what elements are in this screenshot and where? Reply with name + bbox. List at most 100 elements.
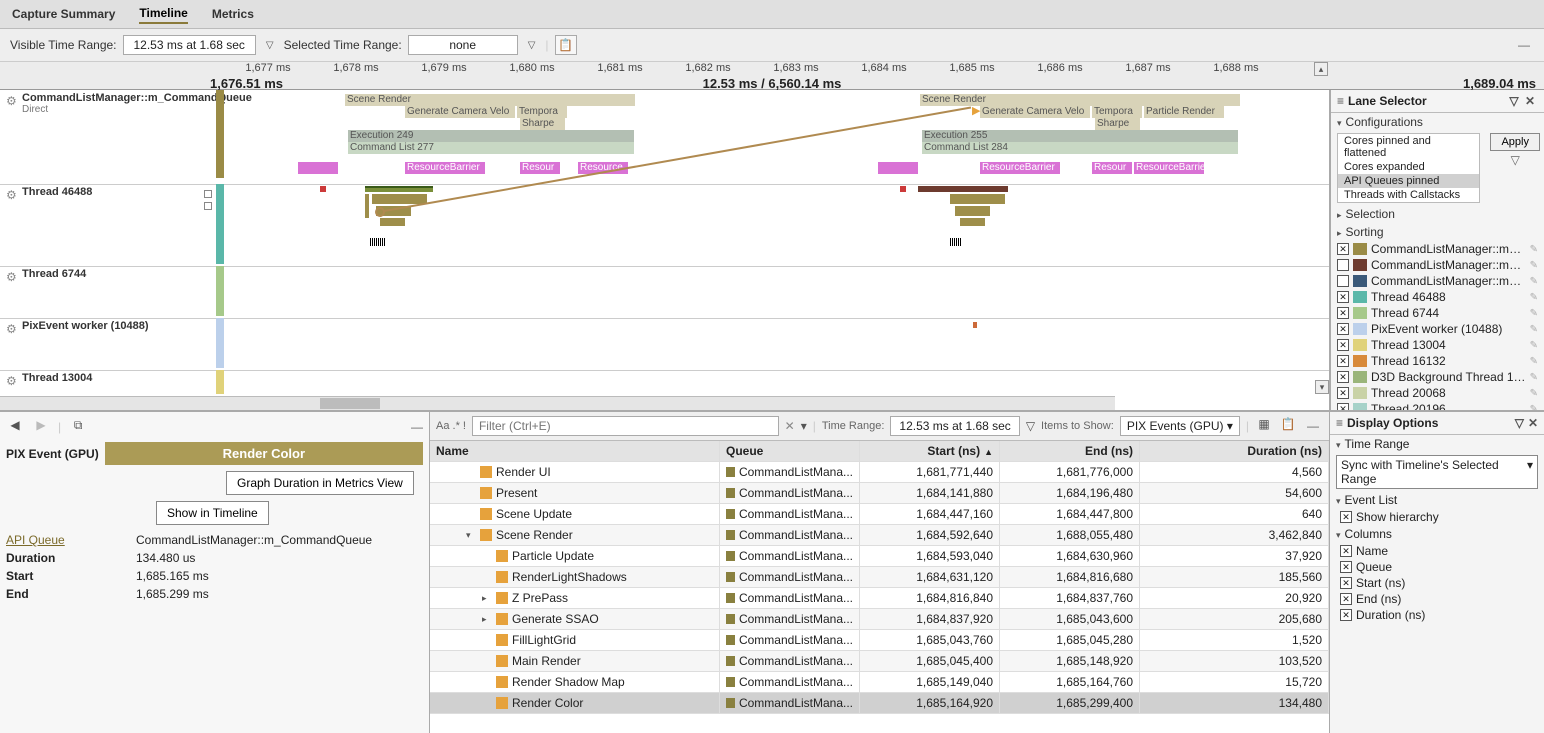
lane-row[interactable]: ✕PixEvent worker (10488)✎ xyxy=(1331,321,1544,337)
tl-block-gen-camera2[interactable]: Generate Camera Velo xyxy=(980,106,1090,118)
tl-block-gen-camera[interactable]: Generate Camera Velo xyxy=(405,106,515,118)
tl-block-gpu[interactable] xyxy=(372,194,427,204)
tl-block-barrier2[interactable]: Resour xyxy=(520,162,560,174)
tl-block-barrier6[interactable]: ResourceBarrier xyxy=(1134,162,1204,174)
tl-block-cmdlist2[interactable]: Command List 284 xyxy=(922,142,1238,154)
visible-range-value[interactable]: 12.53 ms at 1.68 sec xyxy=(123,35,256,55)
gear-icon[interactable]: ⚙ xyxy=(6,322,18,334)
pin-icon[interactable]: ✎ xyxy=(1530,292,1538,303)
tl-block-sharpe[interactable]: Sharpe xyxy=(520,118,565,130)
tl-block-cpu[interactable] xyxy=(918,186,1008,192)
tl-block-barrier5[interactable]: Resour xyxy=(1092,162,1132,174)
hamburger-icon[interactable]: ≡ xyxy=(1336,416,1343,430)
tab-metrics[interactable]: Metrics xyxy=(212,5,254,23)
close-icon[interactable]: ✕ xyxy=(1522,94,1538,108)
pin-icon[interactable]: ✎ xyxy=(1530,324,1538,335)
table-row[interactable]: ▸Generate SSAOCommandListMana...1,684,83… xyxy=(430,609,1329,630)
config-item[interactable]: API Queues pinned xyxy=(1338,174,1479,188)
config-item[interactable]: Cores pinned and flattened xyxy=(1338,134,1479,160)
clipboard-button[interactable]: 📋 xyxy=(555,35,577,55)
col-name[interactable]: Name xyxy=(430,441,720,461)
minimize-icon[interactable]: — xyxy=(1303,419,1323,433)
selected-range-value[interactable]: none xyxy=(408,35,518,55)
tl-block-scene-render2[interactable]: Scene Render xyxy=(920,94,1240,106)
tl-block-execution2[interactable]: Execution 255 xyxy=(922,130,1238,142)
gear-icon[interactable]: ⚙ xyxy=(6,270,18,282)
tl-block-tempora[interactable]: Tempora xyxy=(517,106,567,118)
lane-row[interactable]: ✕CommandListManager::m_Cor✎ xyxy=(1331,241,1544,257)
lane-row[interactable]: ✕Thread 16132✎ xyxy=(1331,353,1544,369)
pin-icon[interactable]: ✎ xyxy=(1530,404,1538,411)
lane-row[interactable]: ✕Thread 6744✎ xyxy=(1331,305,1544,321)
scroll-up-icon[interactable]: ▴ xyxy=(1314,62,1328,76)
time-ruler[interactable]: 1,677 ms 1,678 ms 1,679 ms 1,680 ms 1,68… xyxy=(0,62,1544,90)
timeline-canvas[interactable]: ⚙ CommandListManager::m_CommandQueue Dir… xyxy=(0,90,1330,410)
show-in-timeline-button[interactable]: Show in Timeline xyxy=(156,501,269,525)
gear-icon[interactable]: ⚙ xyxy=(6,94,18,106)
tl-block-gpu[interactable] xyxy=(380,218,405,226)
gear-icon[interactable]: ⚙ xyxy=(6,374,18,386)
items-to-show-dropdown[interactable]: PIX Events (GPU) ▾ xyxy=(1120,416,1240,436)
lane-checkbox[interactable] xyxy=(1337,259,1349,271)
tl-block-barrier[interactable]: ResourceBarrier xyxy=(405,162,485,174)
pin-icon[interactable]: ✎ xyxy=(1530,340,1538,351)
table-view-icon[interactable]: ▦ xyxy=(1255,417,1273,435)
col-dur[interactable]: Duration (ns) xyxy=(1140,441,1329,461)
table-row[interactable]: PresentCommandListMana...1,684,141,8801,… xyxy=(430,483,1329,504)
lane-checkbox[interactable] xyxy=(1337,275,1349,287)
lane-checkbox[interactable]: ✕ xyxy=(1337,371,1349,383)
back-icon[interactable]: ◀ xyxy=(6,418,24,436)
time-range-dropdown-icon[interactable]: ▽ xyxy=(1026,419,1035,433)
column-checkbox[interactable]: ✕ xyxy=(1340,593,1352,605)
expander-icon[interactable]: ▾ xyxy=(466,530,476,541)
expander-icon[interactable]: ▸ xyxy=(482,593,492,604)
horizontal-scrollbar[interactable] xyxy=(0,396,1115,410)
table-row[interactable]: Main RenderCommandListMana...1,685,045,4… xyxy=(430,651,1329,672)
scroll-down-icon[interactable]: ▾ xyxy=(1315,380,1329,394)
tl-block-scene-render[interactable]: Scene Render xyxy=(345,94,635,106)
show-hierarchy-checkbox[interactable]: ✕ xyxy=(1340,511,1352,523)
filter-dropdown-icon[interactable]: ▾ xyxy=(801,419,807,433)
filter-dropdown-icon[interactable]: ▽ xyxy=(1506,94,1522,108)
column-checkbox[interactable]: ✕ xyxy=(1340,561,1352,573)
config-item[interactable]: Cores expanded xyxy=(1338,160,1479,174)
tl-block-gpu[interactable] xyxy=(955,206,990,216)
col-start[interactable]: Start (ns)▲ xyxy=(860,441,1000,461)
table-row[interactable]: ▾Scene RenderCommandListMana...1,684,592… xyxy=(430,525,1329,546)
selected-range-dropdown-icon[interactable]: ▽ xyxy=(524,40,540,51)
lane-row[interactable]: ✕Thread 20196✎ xyxy=(1331,401,1544,410)
lane-checkbox[interactable] xyxy=(204,190,212,198)
table-row[interactable]: Scene UpdateCommandListMana...1,684,447,… xyxy=(430,504,1329,525)
table-row[interactable]: Render UICommandListMana...1,681,771,440… xyxy=(430,462,1329,483)
lane-row[interactable]: ✕Thread 20068✎ xyxy=(1331,385,1544,401)
tl-block-barrier-pre2[interactable] xyxy=(878,162,918,174)
graph-duration-button[interactable]: Graph Duration in Metrics View xyxy=(226,471,414,495)
table-row[interactable]: Particle UpdateCommandListMana...1,684,5… xyxy=(430,546,1329,567)
lane-row[interactable]: ✕Thread 13004✎ xyxy=(1331,337,1544,353)
tl-marker[interactable] xyxy=(900,186,906,192)
regex-toggle[interactable]: Aa .* ! xyxy=(436,420,466,432)
tl-block-tempora2[interactable]: Tempora xyxy=(1092,106,1142,118)
tab-capture-summary[interactable]: Capture Summary xyxy=(12,5,115,23)
visible-range-dropdown-icon[interactable]: ▽ xyxy=(262,40,278,51)
column-checkbox[interactable]: ✕ xyxy=(1340,609,1352,621)
time-range-value[interactable]: 12.53 ms at 1.68 sec xyxy=(890,416,1019,436)
lane-checkbox[interactable] xyxy=(204,202,212,210)
tl-block-sharpe2[interactable]: Sharpe xyxy=(1095,118,1140,130)
table-row[interactable]: Render Shadow MapCommandListMana...1,685… xyxy=(430,672,1329,693)
lane-row[interactable]: CommandListManager::m_Cor✎ xyxy=(1331,257,1544,273)
table-row[interactable]: Render ColorCommandListMana...1,685,164,… xyxy=(430,693,1329,714)
tab-timeline[interactable]: Timeline xyxy=(139,4,187,24)
hamburger-icon[interactable]: ≡ xyxy=(1337,94,1344,108)
column-checkbox[interactable]: ✕ xyxy=(1340,577,1352,589)
pin-icon[interactable]: ✎ xyxy=(1530,372,1538,383)
apply-dropdown-icon[interactable]: ▽ xyxy=(1486,153,1544,167)
copy-icon[interactable]: 📋 xyxy=(1279,417,1297,435)
tl-block-execution[interactable]: Execution 249 xyxy=(348,130,634,142)
table-row[interactable]: ▸Z PrePassCommandListMana...1,684,816,84… xyxy=(430,588,1329,609)
lane-checkbox[interactable]: ✕ xyxy=(1337,339,1349,351)
table-row[interactable]: FillLightGridCommandListMana...1,685,043… xyxy=(430,630,1329,651)
minimize-icon[interactable]: — xyxy=(411,420,423,434)
lane-checkbox[interactable]: ✕ xyxy=(1337,243,1349,255)
tl-block-cpu[interactable] xyxy=(365,186,433,192)
